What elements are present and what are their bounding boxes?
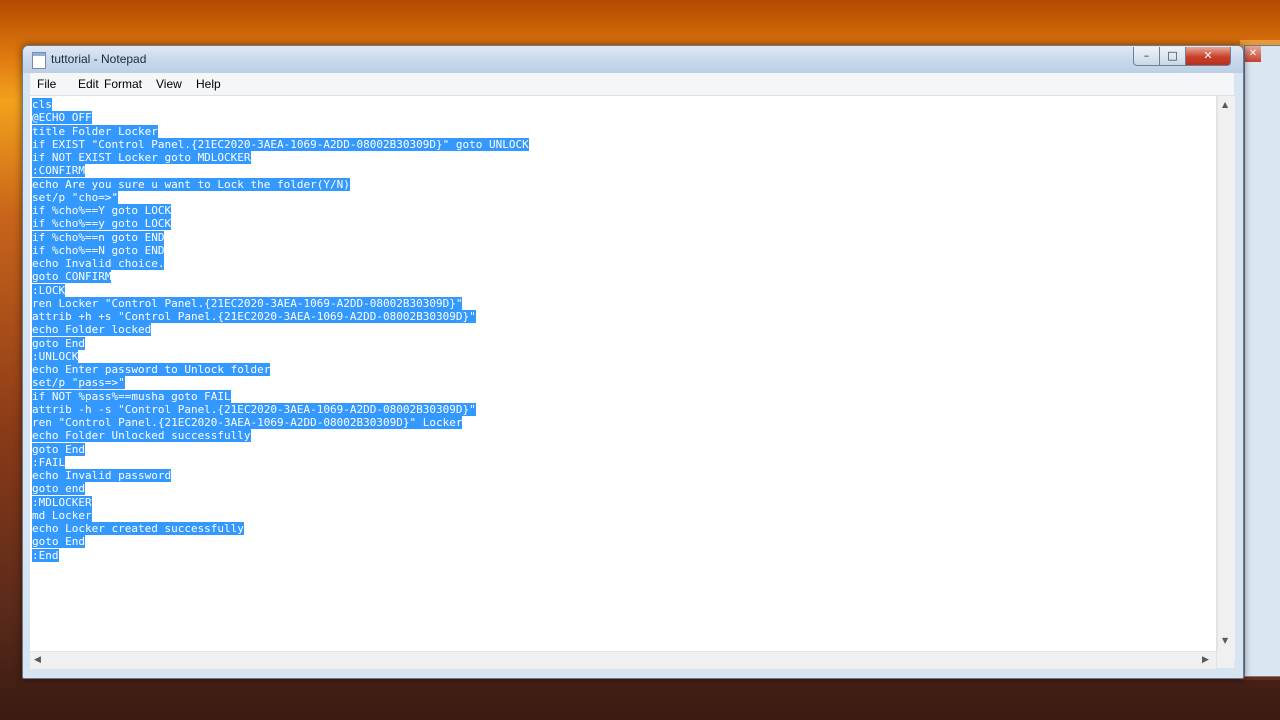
selected-text: echo Folder locked <box>32 323 152 337</box>
code-line: if EXIST "Control Panel.{21EC2020-3AEA-1… <box>32 137 529 151</box>
selected-text: set/p "cho=>" <box>32 190 119 204</box>
code-line: @ECHO OFF <box>32 111 529 125</box>
code-line: attrib +h +s "Control Panel.{21EC2020-3A… <box>32 310 529 323</box>
selected-text: :CONFIRM <box>32 164 85 178</box>
horizontal-scrollbar[interactable]: ◀ ▶ <box>30 651 1216 669</box>
code-line: goto CONFIRM <box>32 270 529 284</box>
selected-text: cls <box>32 98 52 111</box>
selected-text: goto End <box>32 336 85 350</box>
menu-help[interactable]: Help <box>196 77 221 91</box>
code-line: set/p "cho=>" <box>32 190 529 204</box>
code-line: if %cho%==N goto END <box>32 243 529 257</box>
code-line: :FAIL <box>32 455 529 469</box>
selected-text: title Folder Locker <box>32 124 158 138</box>
title-bar[interactable]: tuttorial - Notepad – □ ✕ <box>23 46 1243 73</box>
code-line: echo Folder locked <box>32 323 529 337</box>
code-line: :MDLOCKER <box>32 495 529 509</box>
scroll-up-icon[interactable]: ▲ <box>1222 100 1228 109</box>
scroll-down-icon[interactable]: ▼ <box>1222 636 1228 645</box>
menu-file[interactable]: File <box>37 77 56 91</box>
selected-text: :LOCK <box>32 283 66 297</box>
selected-text: echo Are you sure u want to Lock the fol… <box>32 177 350 191</box>
selected-text: if NOT EXIST Locker goto MDLOCKER <box>32 151 251 164</box>
code-line: md Locker <box>32 508 529 522</box>
code-line: if NOT %pass%==musha goto FAIL <box>32 389 529 403</box>
code-line: ren Locker "Control Panel.{21EC2020-3AEA… <box>32 296 529 310</box>
selected-text: if %cho%==n goto END <box>32 230 165 244</box>
selected-text: :End <box>32 548 59 562</box>
code-line: goto End <box>32 442 529 456</box>
selected-text: echo Invalid choice. <box>32 257 165 270</box>
selected-text: :MDLOCKER <box>32 495 92 509</box>
code-line: if NOT EXIST Locker goto MDLOCKER <box>32 151 529 164</box>
close-button[interactable]: ✕ <box>1185 47 1231 66</box>
selected-text: md Locker <box>32 508 92 522</box>
code-line: if %cho%==n goto END <box>32 230 529 244</box>
selected-text: if %cho%==Y goto LOCK <box>32 204 172 217</box>
scroll-left-icon[interactable]: ◀ <box>34 655 41 665</box>
code-line: goto End <box>32 535 529 549</box>
resize-grip[interactable] <box>1217 651 1234 668</box>
vertical-scrollbar[interactable]: ▲ ▼ <box>1217 96 1235 662</box>
selected-text: :UNLOCK <box>32 349 79 363</box>
selected-text: goto CONFIRM <box>32 270 112 284</box>
selected-text: ren Locker "Control Panel.{21EC2020-3AEA… <box>32 296 463 310</box>
background-window-close-button[interactable]: ✕ <box>1245 46 1261 62</box>
code-line: ren "Control Panel.{21EC2020-3AEA-1069-A… <box>32 416 529 429</box>
selected-text: goto End <box>32 442 85 456</box>
notepad-window: tuttorial - Notepad – □ ✕ File Edit Form… <box>22 45 1244 679</box>
background-window[interactable]: ✕ <box>1244 45 1280 677</box>
selected-text: set/p "pass=>" <box>32 376 125 390</box>
code-line: echo Locker created successfully <box>32 522 529 535</box>
code-line: goto end <box>32 482 529 496</box>
editor-text: cls @ECHO OFF title Folder Locker if EXIST … <box>32 98 529 562</box>
selected-text: if %cho%==N goto END <box>32 243 165 257</box>
code-line: echo Are you sure u want to Lock the fol… <box>32 177 529 191</box>
minimize-button[interactable]: – <box>1133 47 1160 66</box>
scroll-right-icon[interactable]: ▶ <box>1202 655 1209 665</box>
code-line: echo Invalid choice. <box>32 257 529 270</box>
selected-text: goto End <box>32 535 85 549</box>
selected-text: ren "Control Panel.{21EC2020-3AEA-1069-A… <box>32 416 463 429</box>
code-line: :LOCK <box>32 283 529 297</box>
selected-text: echo Invalid password <box>32 469 172 482</box>
window-title: tuttorial - Notepad <box>51 52 147 66</box>
code-line: cls <box>32 98 529 111</box>
code-line: echo Folder Unlocked successfully <box>32 429 529 443</box>
code-line: :End <box>32 548 529 562</box>
selected-text: echo Folder Unlocked successfully <box>32 429 251 443</box>
selected-text: echo Locker created successfully <box>32 522 244 535</box>
selected-text: attrib -h -s "Control Panel.{21EC2020-3A… <box>32 402 476 416</box>
code-line: :CONFIRM <box>32 164 529 178</box>
menu-edit[interactable]: Edit <box>78 77 99 91</box>
selected-text: if NOT %pass%==musha goto FAIL <box>32 389 231 403</box>
code-line: echo Invalid password <box>32 469 529 482</box>
code-line: echo Enter password to Unlock folder <box>32 363 529 376</box>
selected-text: :FAIL <box>32 455 66 469</box>
code-line: if %cho%==Y goto LOCK <box>32 204 529 217</box>
code-line: attrib -h -s "Control Panel.{21EC2020-3A… <box>32 402 529 416</box>
menu-format[interactable]: Format <box>104 77 142 91</box>
code-line: title Folder Locker <box>32 124 529 138</box>
code-line: :UNLOCK <box>32 349 529 363</box>
code-line: goto End <box>32 336 529 350</box>
selected-text: goto end <box>32 482 85 496</box>
text-editor[interactable]: cls @ECHO OFF title Folder Locker if EXIST … <box>30 96 1216 662</box>
selected-text: if %cho%==y goto LOCK <box>32 217 172 231</box>
menu-view[interactable]: View <box>156 77 182 91</box>
code-line: if %cho%==y goto LOCK <box>32 217 529 231</box>
notepad-icon <box>32 52 46 69</box>
selected-text: attrib +h +s "Control Panel.{21EC2020-3A… <box>32 310 476 323</box>
selected-text: if EXIST "Control Panel.{21EC2020-3AEA-1… <box>32 137 529 151</box>
selected-text: echo Enter password to Unlock folder <box>32 363 271 376</box>
selected-text: @ECHO OFF <box>32 111 92 125</box>
menu-bar: File Edit Format View Help <box>30 73 1234 96</box>
maximize-button[interactable]: □ <box>1159 47 1186 66</box>
code-line: set/p "pass=>" <box>32 376 529 390</box>
